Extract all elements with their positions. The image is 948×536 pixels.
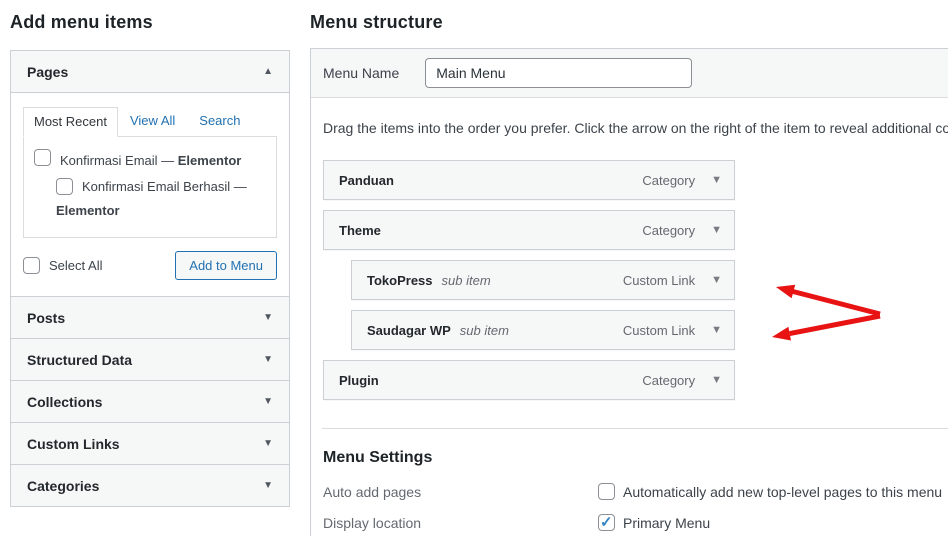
wordpress-menu-editor: Add menu items Pages ▲ Most Recent View … [0, 0, 948, 536]
posts-panel-header[interactable]: Posts ▼ [11, 297, 289, 338]
expand-arrow-icon[interactable]: ▼ [263, 480, 273, 491]
menu-item-type-label: Custom Link [622, 272, 696, 288]
pages-panel-title: Pages [27, 63, 69, 80]
menu-item-title: TokoPress [367, 272, 433, 288]
page-item-label: Konfirmasi Email Berhasil — Elementor [56, 179, 247, 218]
select-all-checkbox[interactable] [23, 257, 40, 274]
accordion-section-collections: Collections ▼ [11, 380, 289, 422]
select-all-control[interactable]: Select All [23, 257, 102, 274]
expand-item-arrow-icon[interactable]: ▼ [711, 174, 722, 186]
page-checkbox[interactable] [56, 178, 73, 195]
menu-settings-section: Menu Settings Auto add pages Automatical… [322, 428, 948, 531]
menu-name-input[interactable] [425, 58, 693, 88]
add-to-menu-button[interactable]: Add to Menu [175, 251, 277, 280]
sub-item-badge: sub item [459, 322, 509, 338]
menu-item-title: Panduan [339, 172, 394, 188]
menu-item-panduan[interactable]: Panduan Category ▼ [323, 160, 735, 200]
pages-panel-body: Most Recent View All Search Konfirmasi E… [11, 92, 289, 296]
display-location-label: Display location [323, 515, 422, 531]
auto-add-pages-control[interactable]: Automatically add new top-level pages to… [598, 483, 942, 500]
menu-name-row: Menu Name [311, 49, 948, 98]
menu-item-type-label: Category [642, 222, 696, 238]
structured-data-panel-title: Structured Data [27, 351, 133, 368]
display-location-control[interactable]: Primary Menu [598, 513, 711, 531]
auto-add-pages-checkbox-label: Automatically add new top-level pages to… [623, 483, 943, 500]
menu-settings-heading: Menu Settings [323, 449, 433, 466]
add-menu-items-accordion: Pages ▲ Most Recent View All Search Konf… [10, 50, 290, 507]
tab-search[interactable]: Search [187, 107, 252, 136]
menu-name-label: Menu Name [323, 65, 400, 81]
menu-item-tokopress[interactable]: TokoPress sub item Custom Link ▼ [351, 260, 735, 300]
pages-tabs: Most Recent View All Search [23, 107, 277, 137]
page-checklist-item[interactable]: Konfirmasi Email — Elementor [34, 149, 266, 173]
menu-item-saudagar-wp[interactable]: Saudagar WP sub item Custom Link ▼ [351, 310, 735, 350]
page-checkbox[interactable] [34, 149, 51, 166]
page-checklist-item[interactable]: Konfirmasi Email Berhasil — Elementor [34, 175, 266, 223]
expand-arrow-icon[interactable]: ▼ [263, 354, 273, 365]
menu-structure-heading: Menu structure [310, 12, 443, 32]
menu-item-theme[interactable]: Theme Category ▼ [323, 210, 735, 250]
expand-arrow-icon[interactable]: ▼ [263, 438, 273, 449]
tab-view-all[interactable]: View All [118, 107, 187, 136]
select-all-label: Select All [49, 258, 103, 273]
primary-menu-checkbox[interactable] [598, 513, 615, 531]
structured-data-panel-header[interactable]: Structured Data ▼ [11, 339, 289, 380]
sub-item-badge: sub item [441, 272, 491, 288]
tab-most-recent[interactable]: Most Recent [23, 107, 118, 137]
accordion-section-pages: Pages ▲ Most Recent View All Search Konf… [11, 51, 289, 296]
posts-panel-title: Posts [27, 309, 66, 326]
auto-add-pages-row: Auto add pages Automatically add new top… [323, 483, 948, 500]
menu-item-title: Saudagar WP [367, 322, 451, 338]
menu-item-list: Panduan Category ▼ Theme Category ▼ Toko… [323, 160, 735, 400]
page-item-label: Konfirmasi Email — Elementor [60, 153, 242, 168]
auto-add-pages-label: Auto add pages [323, 484, 422, 500]
accordion-section-posts: Posts ▼ [11, 296, 289, 338]
add-menu-items-heading: Add menu items [10, 12, 153, 32]
menu-item-title: Theme [339, 222, 381, 238]
expand-item-arrow-icon[interactable]: ▼ [711, 324, 722, 336]
collections-panel-header[interactable]: Collections ▼ [11, 381, 289, 422]
accordion-section-custom-links: Custom Links ▼ [11, 422, 289, 464]
primary-menu-checkbox-label: Primary Menu [623, 514, 711, 531]
pages-panel-footer: Select All Add to Menu [23, 251, 277, 280]
menu-structure-panel: Menu Name Drag the items into the order … [310, 48, 948, 536]
expand-item-arrow-icon[interactable]: ▼ [711, 224, 722, 236]
expand-item-arrow-icon[interactable]: ▼ [711, 374, 722, 386]
custom-links-panel-title: Custom Links [27, 435, 120, 452]
categories-panel-header[interactable]: Categories ▼ [11, 465, 289, 506]
pages-panel-header[interactable]: Pages ▲ [11, 51, 289, 92]
auto-add-pages-checkbox[interactable] [598, 483, 615, 500]
most-recent-pages-list: Konfirmasi Email — Elementor Konfirmasi … [23, 136, 277, 238]
collections-panel-title: Collections [27, 393, 103, 410]
categories-panel-title: Categories [27, 477, 100, 494]
menu-item-type-label: Category [642, 372, 696, 388]
collapse-arrow-icon[interactable]: ▲ [263, 66, 273, 77]
menu-item-title: Plugin [339, 372, 379, 388]
menu-item-plugin[interactable]: Plugin Category ▼ [323, 360, 735, 400]
accordion-section-categories: Categories ▼ [11, 464, 289, 506]
menu-item-type-label: Category [642, 172, 696, 188]
menu-item-type-label: Custom Link [622, 322, 696, 338]
accordion-section-structured-data: Structured Data ▼ [11, 338, 289, 380]
expand-item-arrow-icon[interactable]: ▼ [711, 274, 722, 286]
expand-arrow-icon[interactable]: ▼ [263, 396, 273, 407]
expand-arrow-icon[interactable]: ▼ [263, 312, 273, 323]
drag-instructions-text: Drag the items into the order you prefer… [323, 120, 948, 136]
display-location-row: Display location Primary Menu [323, 513, 948, 531]
custom-links-panel-header[interactable]: Custom Links ▼ [11, 423, 289, 464]
